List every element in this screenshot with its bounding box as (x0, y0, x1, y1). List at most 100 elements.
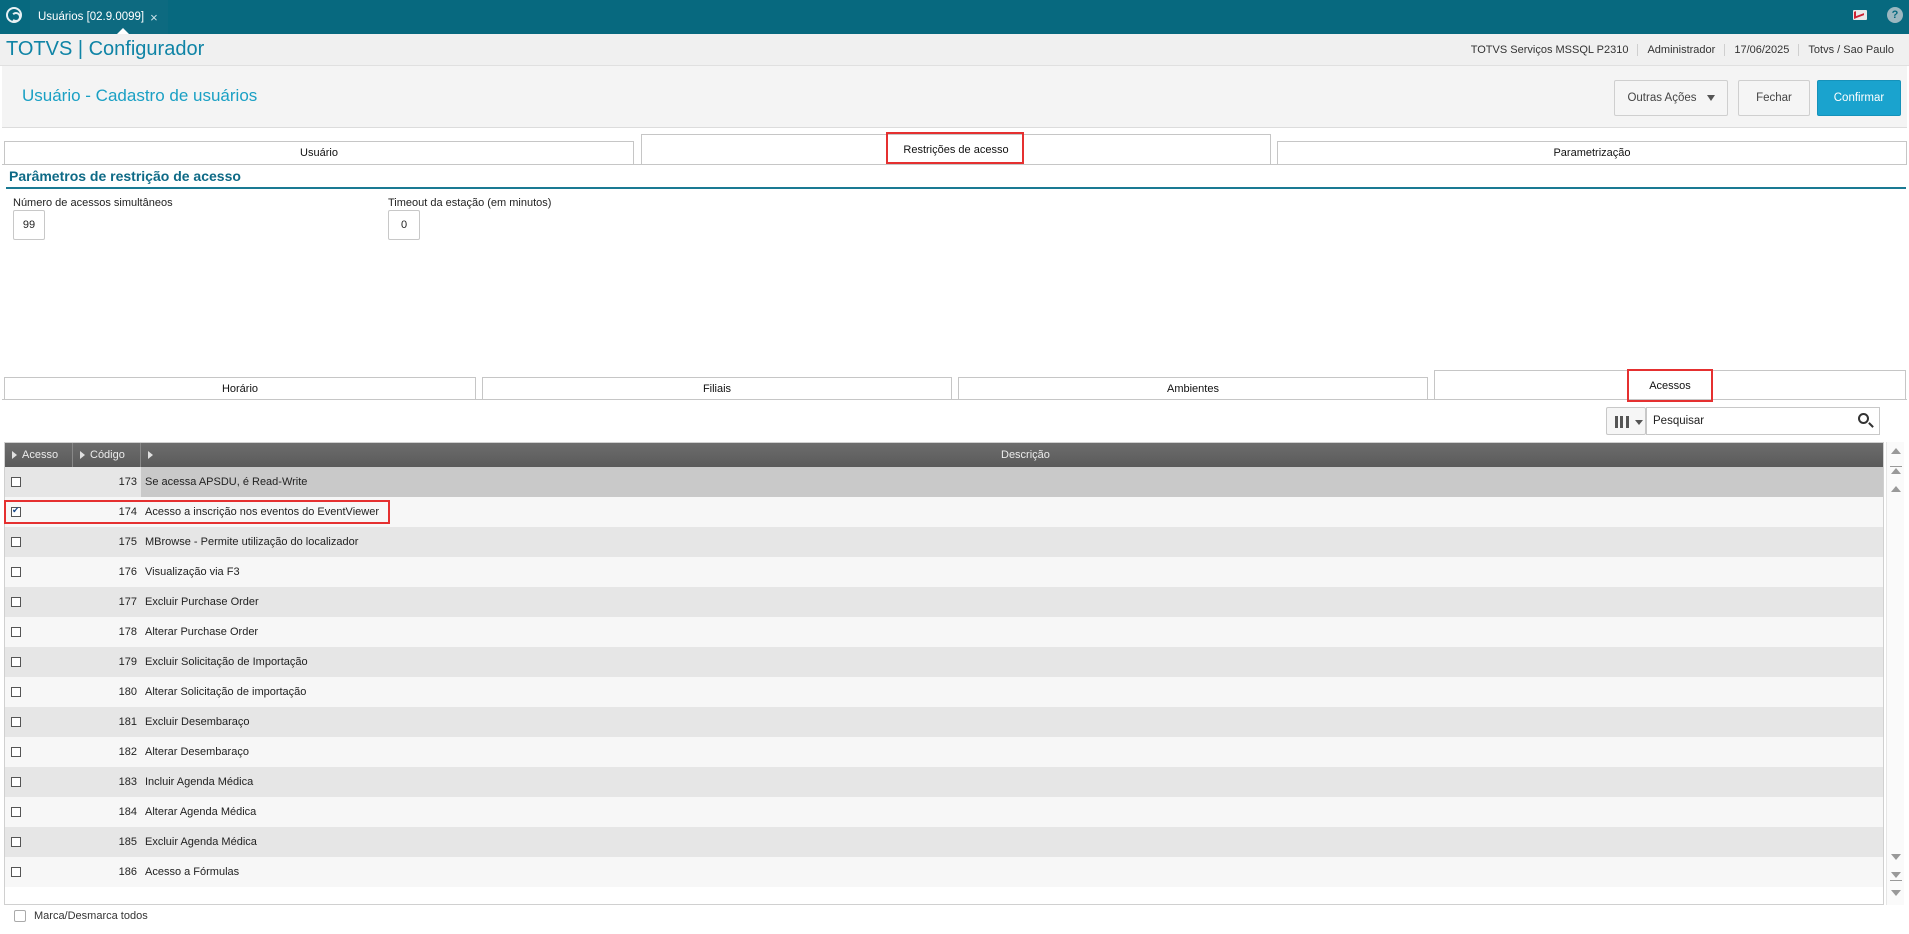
row-checkbox[interactable] (11, 867, 21, 877)
help-icon[interactable]: ? (1887, 7, 1903, 23)
row-checkbox[interactable] (11, 477, 21, 487)
row-checkbox[interactable] (11, 687, 21, 697)
row-code: 183 (118, 776, 137, 788)
table-row[interactable]: 184 Alterar Agenda Médica (5, 797, 1883, 827)
confirmar-button[interactable]: Confirmar (1817, 80, 1901, 116)
scroll-up-icon[interactable] (1891, 448, 1901, 454)
subtab-filiais[interactable]: Filiais (482, 377, 952, 400)
row-checkbox[interactable] (11, 837, 21, 847)
row-description: Acesso a inscrição nos eventos do EventV… (145, 506, 379, 518)
table-row[interactable]: 185 Excluir Agenda Médica (5, 827, 1883, 857)
row-code: 178 (118, 626, 137, 638)
columns-button[interactable] (1606, 407, 1646, 435)
row-checkbox[interactable] (11, 537, 21, 547)
tab-parametrizacao[interactable]: Parametrização (1277, 141, 1907, 164)
column-header-codigo-label: Código (90, 449, 125, 461)
row-description: Excluir Solicitação de Importação (145, 656, 308, 668)
subtab-horario[interactable]: Horário (4, 377, 476, 400)
tab-usuario[interactable]: Usuário (4, 141, 634, 164)
table-row[interactable]: 180 Alterar Solicitação de importação (5, 677, 1883, 707)
table-row[interactable]: 173 Se acessa APSDU, é Read-Write (5, 467, 1883, 497)
column-header-descricao[interactable]: Descrição (141, 443, 1883, 467)
fechar-button[interactable]: Fechar (1738, 80, 1810, 116)
mark-all-toggle[interactable]: Marca/Desmarca todos (14, 910, 148, 922)
row-code: 185 (118, 836, 137, 848)
row-description: Alterar Desembaraço (145, 746, 249, 758)
row-code: 180 (118, 686, 137, 698)
row-code: 182 (118, 746, 137, 758)
subtab-ambientes[interactable]: Ambientes (958, 377, 1428, 400)
subtab-acessos[interactable]: Acessos (1434, 370, 1906, 400)
table-row[interactable]: 175 MBrowse - Permite utilização do loca… (5, 527, 1883, 557)
scroll-page-down-icon[interactable] (1891, 872, 1901, 878)
row-checkbox[interactable] (11, 747, 21, 757)
acessos-grid: Acesso Código Descrição 173 Se acessa AP… (4, 442, 1884, 905)
row-description: Excluir Purchase Order (145, 596, 259, 608)
row-checkbox[interactable] (11, 505, 21, 517)
row-description: Alterar Agenda Médica (145, 806, 257, 818)
table-row[interactable]: 186 Acesso a Fórmulas (5, 857, 1883, 887)
scroll-bottom-bar (1890, 880, 1902, 881)
row-code: 174 (118, 506, 137, 518)
row-code: 176 (118, 566, 137, 578)
search-input[interactable] (1646, 407, 1880, 435)
section-divider (6, 187, 1906, 189)
column-header-descricao-label: Descrição (1001, 449, 1050, 461)
row-code: 173 (118, 476, 137, 488)
section-title: Parâmetros de restrição de acesso (9, 168, 241, 184)
grid-header: Acesso Código Descrição (5, 443, 1883, 467)
tab-restricoes-de-acesso[interactable]: Restrições de acesso (641, 134, 1271, 164)
table-row[interactable]: 181 Excluir Desembaraço (5, 707, 1883, 737)
grid-scrollbar[interactable] (1886, 442, 1904, 905)
table-row[interactable]: 183 Incluir Agenda Médica (5, 767, 1883, 797)
table-row[interactable]: 177 Excluir Purchase Order (5, 587, 1883, 617)
outras-acoes-button[interactable]: Outras Ações (1614, 80, 1728, 116)
field-label-timeout: Timeout da estação (em minutos) (388, 197, 552, 209)
row-description: MBrowse - Permite utilização do localiza… (145, 536, 359, 548)
columns-icon (1615, 416, 1629, 428)
session-location: Totvs / Sao Paulo (1798, 44, 1903, 56)
row-description: Excluir Desembaraço (145, 716, 250, 728)
app-brand: TOTVS | Configurador (6, 38, 205, 60)
column-menu-icon (148, 451, 153, 459)
mail-icon[interactable] (1853, 10, 1867, 20)
scroll-step-down-icon[interactable] (1891, 854, 1901, 860)
row-checkbox[interactable] (11, 597, 21, 607)
scroll-down-icon[interactable] (1891, 890, 1901, 896)
mark-all-checkbox[interactable] (14, 910, 26, 922)
table-row[interactable]: 179 Excluir Solicitação de Importação (5, 647, 1883, 677)
table-row[interactable]: 182 Alterar Desembaraço (5, 737, 1883, 767)
session-info: TOTVS Serviços MSSQL P2310 Administrador… (1462, 34, 1903, 66)
scroll-page-up-icon[interactable] (1891, 468, 1901, 474)
row-description: Incluir Agenda Médica (145, 776, 254, 788)
column-header-acesso[interactable]: Acesso (5, 443, 73, 467)
table-row[interactable]: 174 Acesso a inscrição nos eventos do Ev… (5, 497, 1883, 527)
row-description: Excluir Agenda Médica (145, 836, 257, 848)
search-icon[interactable] (1858, 413, 1869, 424)
column-header-codigo[interactable]: Código (73, 443, 141, 467)
table-row[interactable]: 176 Visualização via F3 (5, 557, 1883, 587)
row-code: 179 (118, 656, 137, 668)
totvs-logo-icon[interactable] (6, 7, 22, 23)
row-checkbox[interactable] (11, 807, 21, 817)
scroll-top-bar (1890, 466, 1902, 467)
close-icon[interactable]: × (150, 10, 158, 25)
row-description: Se acessa APSDU, é Read-Write (141, 467, 1883, 497)
row-code: 184 (118, 806, 137, 818)
row-checkbox[interactable] (11, 657, 21, 667)
page-header: Usuário - Cadastro de usuários Outras Aç… (2, 66, 1907, 128)
row-code: 186 (118, 866, 137, 878)
row-code: 181 (118, 716, 137, 728)
row-description: Alterar Purchase Order (145, 626, 259, 638)
row-checkbox[interactable] (11, 627, 21, 637)
row-checkbox[interactable] (11, 777, 21, 787)
table-row[interactable]: 178 Alterar Purchase Order (5, 617, 1883, 647)
row-checkbox[interactable] (11, 717, 21, 727)
column-menu-icon (80, 451, 85, 459)
timeout-field[interactable]: 0 (388, 210, 420, 240)
scroll-step-up-icon[interactable] (1891, 486, 1901, 492)
acessos-simultaneos-field[interactable]: 99 (13, 210, 45, 240)
row-checkbox[interactable] (11, 567, 21, 577)
window-tab-usuarios[interactable]: Usuários [02.9.0099] × (30, 0, 168, 34)
row-code: 175 (118, 536, 137, 548)
